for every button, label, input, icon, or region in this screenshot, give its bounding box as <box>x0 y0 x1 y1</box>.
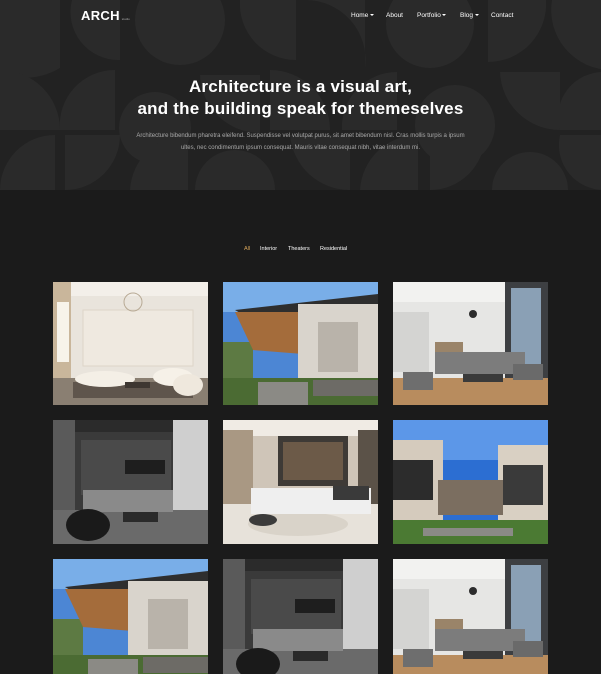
gallery-image <box>53 559 208 674</box>
portfolio-filter-bar: All Interior Theaters Residential <box>0 246 601 256</box>
main-menu: Home About Portfolio Blog Contact <box>0 12 601 22</box>
gallery-item[interactable] <box>223 420 378 544</box>
gallery-item[interactable] <box>53 559 208 674</box>
filter-theaters[interactable]: Theaters <box>288 246 310 252</box>
chevron-down-icon <box>369 14 374 16</box>
nav-item-home-label: Home <box>351 12 369 19</box>
nav-item-contact[interactable]: Contact <box>491 12 513 19</box>
gallery-item[interactable] <box>223 559 378 674</box>
gallery-item[interactable] <box>393 282 548 405</box>
hero-section: ARCH studio Home About Portfolio Blog Con… <box>0 0 601 190</box>
hero-description: Architecture bibendum pharetra eleifend.… <box>136 133 465 151</box>
gallery-item[interactable] <box>393 559 548 674</box>
gallery-image <box>223 420 378 544</box>
chevron-down-icon <box>442 14 447 16</box>
nav-item-portfolio[interactable]: Portfolio <box>417 12 447 19</box>
chevron-down-icon <box>474 14 479 16</box>
nav-item-blog[interactable]: Blog <box>460 12 479 19</box>
filter-all[interactable]: All <box>244 246 250 252</box>
gallery-image <box>393 559 548 674</box>
nav-item-about[interactable]: About <box>386 12 403 19</box>
hero-title-line-2: and the building speak for themeselves <box>137 99 464 118</box>
gallery-item[interactable] <box>393 420 548 544</box>
gallery-image <box>223 559 378 674</box>
nav-item-home[interactable]: Home <box>351 12 374 19</box>
gallery-image <box>393 420 548 544</box>
nav-item-portfolio-label: Portfolio <box>417 12 441 19</box>
gallery-item[interactable] <box>223 282 378 405</box>
gallery-item[interactable] <box>53 282 208 405</box>
gallery-image <box>393 282 548 405</box>
gallery-image <box>223 282 378 405</box>
hero-title: Architecture is a visual art, and the bu… <box>0 76 601 120</box>
navbar: ARCH studio Home About Portfolio Blog Con… <box>0 0 601 32</box>
gallery-image <box>53 282 208 405</box>
filter-interior[interactable]: Interior <box>260 246 277 252</box>
gallery-item[interactable] <box>53 420 208 544</box>
nav-item-about-label: About <box>386 12 403 19</box>
nav-item-contact-label: Contact <box>491 12 514 19</box>
hero-title-line-1: Architecture is a visual art, <box>188 77 413 96</box>
filter-residential[interactable]: Residential <box>320 246 347 252</box>
gallery-image <box>53 420 208 544</box>
nav-item-blog-label: Blog <box>460 12 474 19</box>
